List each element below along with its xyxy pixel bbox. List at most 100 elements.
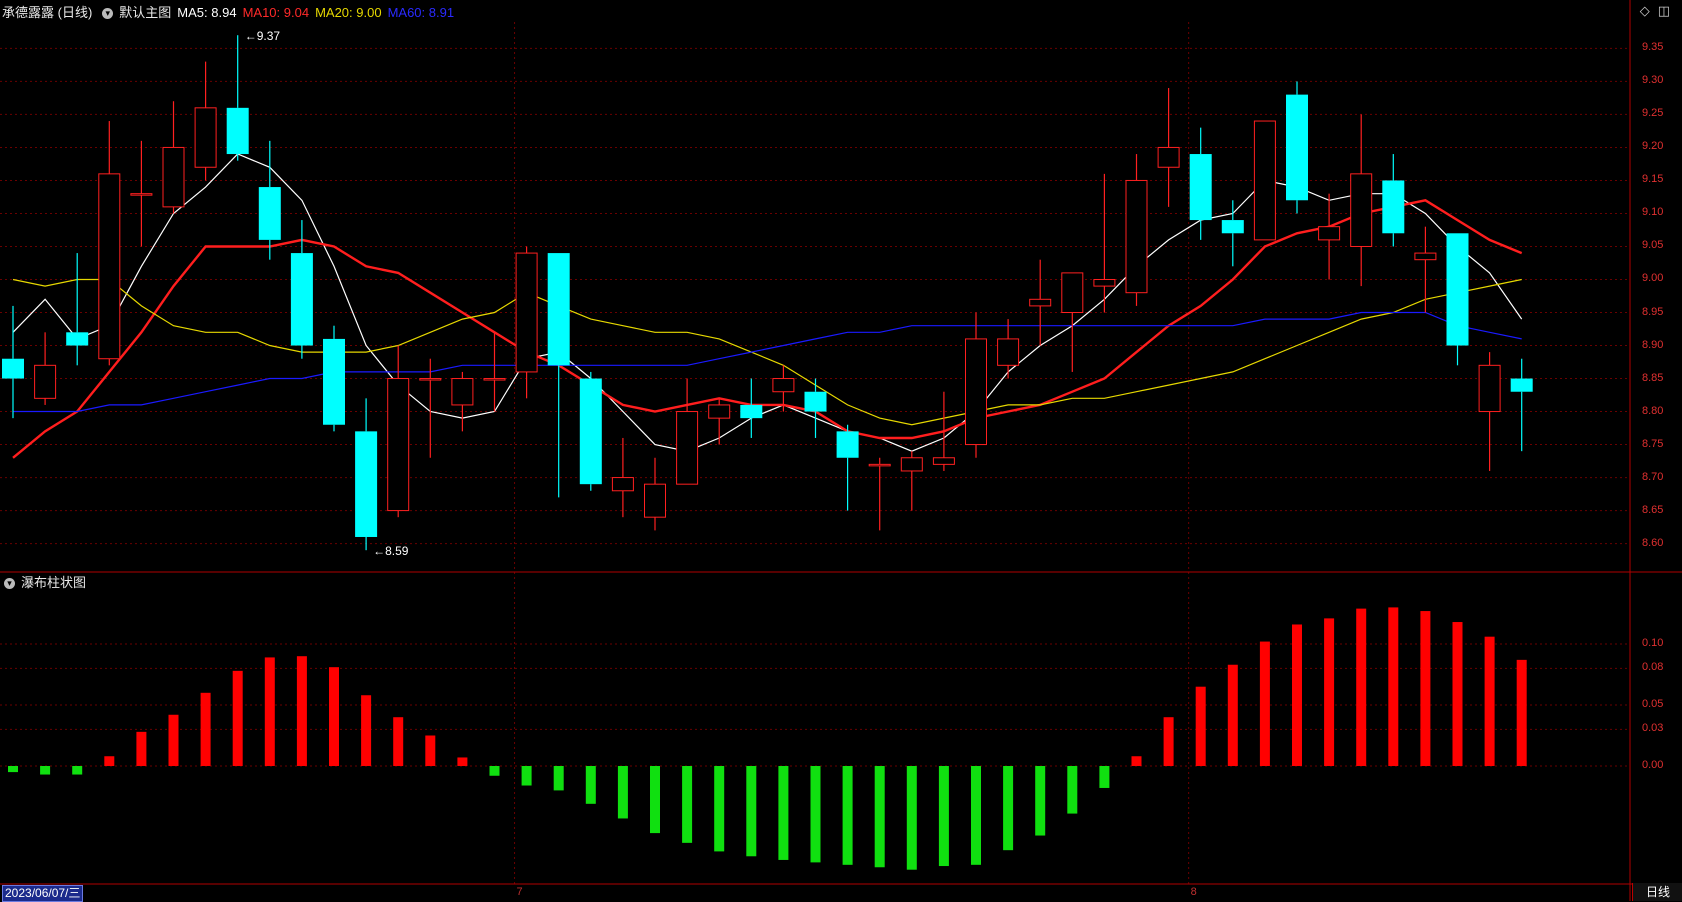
candle-body-up — [772, 378, 795, 393]
waterfall-bar — [553, 766, 564, 791]
waterfall-bar — [1324, 618, 1335, 766]
window-toggle-icon[interactable]: ◫ — [1658, 3, 1670, 19]
candle-body-down — [804, 391, 827, 412]
candle-body-up — [419, 378, 442, 381]
candle-body-up — [1093, 278, 1116, 287]
y-tick-label: 9.20 — [1642, 140, 1664, 153]
chart-canvas[interactable]: ←9.37 ←8.59 — [0, 0, 1682, 901]
candlestick — [1478, 352, 1501, 471]
waterfall-bar — [714, 766, 725, 852]
candle-body-up — [483, 378, 506, 381]
candlestick — [676, 378, 699, 485]
price-extreme-label: ←9.37 — [245, 29, 281, 43]
waterfall-bars — [8, 607, 1527, 870]
y-tick-label: 9.05 — [1642, 239, 1664, 252]
candle-body-up — [387, 378, 410, 512]
waterfall-bar — [1035, 766, 1046, 836]
candlestick — [1029, 259, 1052, 346]
candlestick — [868, 457, 891, 531]
x-tick-label: 7 — [516, 886, 523, 898]
waterfall-bar — [393, 717, 404, 766]
candlestick — [579, 371, 602, 491]
y-tick-label: 0.10 — [1642, 637, 1664, 649]
candle-body-up — [1157, 146, 1180, 168]
sub-panel-header: ▾ 瀑布柱状图 — [0, 572, 92, 594]
main-chart-selector[interactable]: 默认主图 — [119, 2, 171, 24]
candlestick — [1414, 226, 1437, 313]
diamond-icon[interactable]: ◇ — [1640, 3, 1650, 19]
candlestick — [162, 101, 185, 214]
price-extreme-label: ←8.59 — [373, 544, 409, 558]
stock-title[interactable]: 承德露露 (日线) — [2, 2, 92, 24]
waterfall-bar — [971, 766, 981, 865]
candlestick — [515, 246, 538, 399]
candle-body-up — [611, 477, 634, 492]
waterfall-bar — [489, 766, 500, 776]
candle-body-down — [579, 378, 602, 485]
waterfall-bar — [810, 766, 821, 863]
candle-body-down — [2, 358, 24, 379]
ma60-label: MA60: 8.91 — [387, 5, 455, 20]
waterfall-bar — [200, 692, 211, 766]
candle-body-up — [1061, 272, 1084, 314]
collapse-circle-icon[interactable]: ▾ — [4, 577, 15, 589]
candlesticks — [2, 35, 1533, 551]
candle-body-down — [66, 332, 89, 346]
candle-body-up — [1414, 252, 1437, 261]
waterfall-bar — [1259, 641, 1270, 766]
candlestick — [708, 398, 731, 445]
candle-body-down — [1221, 220, 1244, 234]
candlestick — [98, 121, 121, 366]
waterfall-bar — [650, 766, 660, 834]
period-button[interactable]: 日线 — [1632, 883, 1682, 901]
candlestick — [34, 332, 57, 405]
sub-panel-title[interactable]: 瀑布柱状图 — [21, 572, 86, 594]
waterfall-bar — [136, 731, 147, 766]
candlestick — [1189, 127, 1212, 240]
y-tick-label: 9.00 — [1642, 272, 1664, 285]
waterfall-bar — [1067, 766, 1078, 814]
candlestick — [611, 437, 634, 518]
waterfall-bar — [296, 656, 307, 766]
candle-body-up — [130, 193, 153, 196]
candle-body-up — [676, 411, 699, 485]
y-tick-label: 8.65 — [1642, 503, 1664, 516]
waterfall-bar — [1420, 611, 1431, 766]
waterfall-bar — [8, 766, 18, 773]
candlestick — [419, 358, 442, 458]
waterfall-bar — [617, 766, 628, 819]
candle-body-down — [547, 253, 570, 366]
candlestick — [2, 305, 24, 419]
ma-line-ma60 — [13, 311, 1522, 413]
candle-body-up — [162, 146, 185, 208]
candlestick — [355, 398, 378, 551]
y-tick-label: 9.35 — [1642, 41, 1664, 54]
waterfall-bar — [361, 695, 372, 766]
candle-body-up — [1253, 120, 1276, 241]
chevron-down-icon[interactable]: ▾ — [102, 7, 114, 19]
candlestick — [66, 253, 89, 366]
candlestick — [644, 457, 666, 531]
candle-body-up — [644, 483, 666, 518]
candlestick — [1157, 88, 1180, 207]
waterfall-bar — [682, 766, 693, 843]
candlestick — [1125, 154, 1148, 306]
waterfall-bar — [938, 766, 949, 867]
candlestick — [1382, 154, 1405, 247]
candlestick — [194, 61, 217, 181]
candlestick — [258, 140, 281, 260]
candle-body-down — [355, 431, 378, 537]
waterfall-bar — [1516, 659, 1527, 766]
cursor-date-box: 2023/06/07/三 — [2, 885, 84, 902]
y-tick-label: 8.85 — [1642, 371, 1664, 384]
candle-body-down — [836, 431, 859, 458]
waterfall-bar — [232, 670, 243, 766]
candle-body-down — [323, 338, 345, 425]
waterfall-bar — [842, 766, 853, 865]
candle-body-up — [997, 338, 1020, 366]
candle-body-up — [98, 173, 121, 360]
ma20-label: MA20: 9.00 — [315, 5, 382, 20]
waterfall-bar — [1099, 766, 1110, 788]
candle-body-up — [932, 457, 955, 465]
candle-body-down — [1510, 378, 1533, 392]
